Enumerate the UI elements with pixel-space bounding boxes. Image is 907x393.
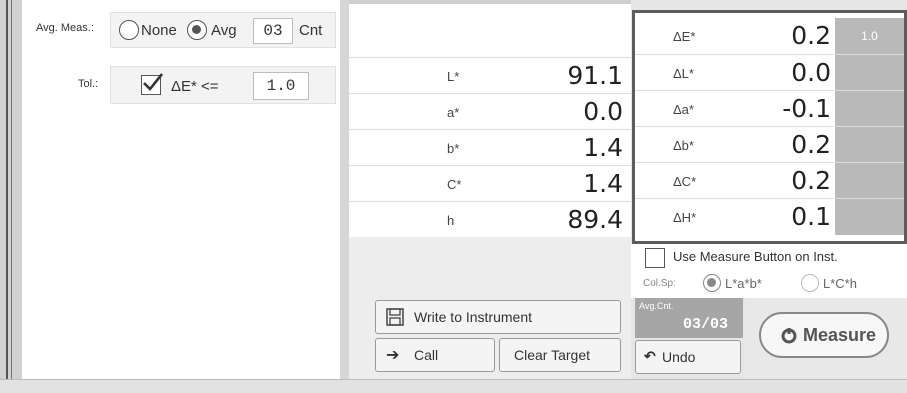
tolerance-input[interactable]: 1.0 [253,72,309,100]
radio-selected-dot [192,25,201,34]
measurement-name: C* [447,177,462,192]
window-left-edge [0,0,22,393]
undo-icon: ↶ [644,348,656,364]
call-button-label: Call [414,347,439,363]
measurement-row-c: C* 1.4 [349,165,631,201]
use-measure-button-checkbox[interactable] [645,248,665,268]
lch-radio-label: L*C*h [823,276,857,291]
tolerance-checkbox[interactable] [141,73,163,95]
difference-value: 0.2 [791,21,831,50]
clear-target-button[interactable]: Clear Target [499,338,621,372]
avg-count-value: 03/03 [683,316,729,333]
avg-count-display: Avg.Cnt. 03/03 [635,298,743,338]
undo-button-label: Undo [662,349,696,365]
difference-value: 0.2 [791,166,831,195]
settings-panel: Avg. Meas.: None Avg 03 Cnt Tol.: ΔE* <=… [22,0,340,386]
measurement-value: 89.4 [567,205,623,234]
measurement-name: h [447,213,455,228]
colorspace-label: Col.Sp: [643,278,676,289]
avg-radio-label: Avg [211,22,237,39]
call-button[interactable]: ➔ Call [375,338,495,372]
tolerance-label: Tol.: [78,78,99,90]
measure-button[interactable]: Measure [759,312,889,358]
difference-row-db: Δb* 0.2 [635,126,904,163]
measure-icon [781,328,797,344]
difference-table: ΔE* 0.2 1.0 ΔL* 0.0 Δa* -0.1 Δb* 0.2 ΔC*… [632,10,907,244]
undo-button[interactable]: ↶ Undo [635,340,741,374]
tolerance-row: Tol.: ΔE* <= 1.0 [22,64,340,108]
lch-radio[interactable] [801,274,819,292]
difference-row-dl: ΔL* 0.0 [635,54,904,91]
tolerance-cell [835,163,904,199]
tolerance-cell [835,91,904,127]
measurement-value: 91.1 [567,61,623,90]
measurement-row-a: a* 0.0 [349,93,631,129]
measurement-value: 1.4 [583,169,623,198]
measurement-table: L* 91.1 a* 0.0 b* 1.4 C* 1.4 h 89.4 [349,0,631,237]
measurement-row-b: b* 1.4 [349,129,631,165]
tolerance-cell [835,127,904,163]
avg-count-unit: Cnt [299,22,323,39]
measurement-value: 0.0 [583,97,623,126]
difference-row-dh: ΔH* 0.1 [635,198,904,235]
tolerance-cell: 1.0 [835,18,904,54]
avg-count-input[interactable]: 03 [253,18,293,44]
measurement-value: 1.4 [583,133,623,162]
measurement-name: a* [447,105,460,120]
difference-name: Δa* [673,102,694,117]
edge-line-inner [11,0,12,393]
avg-measure-label: Avg. Meas.: [36,22,94,34]
difference-value: 0.1 [791,202,831,231]
measurement-name: b* [447,141,460,156]
difference-name: ΔE* [673,29,696,44]
none-radio-label: None [141,22,177,39]
avg-count-label: Avg.Cnt. [639,301,674,311]
bottom-border [0,379,907,393]
avg-measure-group: None Avg 03 Cnt [110,12,336,48]
avg-measure-row: Avg. Meas.: None Avg 03 Cnt [22,8,340,52]
difference-name: ΔC* [673,174,697,189]
difference-name: Δb* [673,138,694,153]
difference-row-de: ΔE* 0.2 1.0 [635,18,904,54]
tolerance-condition: ΔE* <= [171,78,219,95]
difference-value: 0.2 [791,130,831,159]
measurement-row-l: L* 91.1 [349,57,631,93]
radio-selected-dot [707,278,716,287]
lab-radio-label: L*a*b* [725,276,762,291]
save-icon [386,308,404,326]
difference-value: 0.0 [791,58,831,87]
tolerance-cell [835,55,904,91]
write-to-instrument-button[interactable]: Write to Instrument [375,300,621,334]
avg-radio[interactable] [187,20,207,40]
difference-name: ΔL* [673,66,694,81]
arrow-right-icon: ➔ [386,347,400,364]
difference-panel: ΔE* 0.2 1.0 ΔL* 0.0 Δa* -0.1 Δb* 0.2 ΔC*… [631,0,907,386]
none-radio[interactable] [119,20,139,40]
edge-line [6,0,8,393]
lab-radio[interactable] [703,274,721,292]
measure-button-label: Measure [803,325,877,345]
difference-value: -0.1 [782,94,831,123]
measure-options: Use Measure Button on Inst. Col.Sp: L*a*… [631,244,907,298]
difference-row-da: Δa* -0.1 [635,90,904,127]
use-measure-button-label: Use Measure Button on Inst. [673,249,838,264]
measurement-panel: L* 91.1 a* 0.0 b* 1.4 C* 1.4 h 89.4 Writ… [349,0,631,386]
check-icon [143,73,163,91]
difference-name: ΔH* [673,210,697,225]
tolerance-group: ΔE* <= 1.0 [110,66,336,104]
measurement-row-h: h 89.4 [349,201,631,237]
measurement-name: L* [447,69,460,84]
write-button-label: Write to Instrument [414,309,533,325]
difference-row-dc: ΔC* 0.2 [635,162,904,199]
panel-divider [340,0,349,393]
clear-button-label: Clear Target [514,347,591,363]
tolerance-cell [835,199,904,235]
